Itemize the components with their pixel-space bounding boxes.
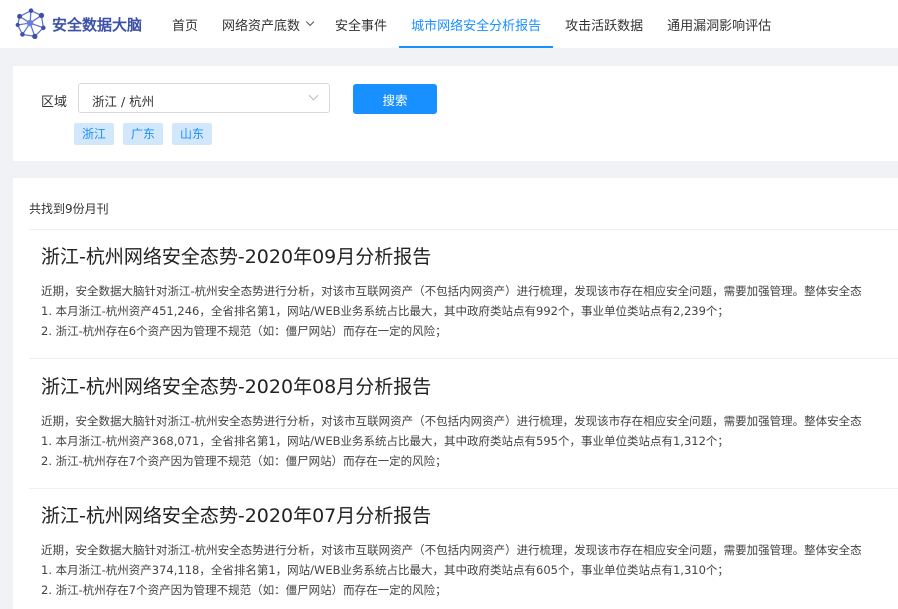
nav-item-vuln-assessment[interactable]: 通用漏洞影响评估 — [655, 0, 783, 48]
nav-item-label: 网络资产底数 — [222, 18, 301, 34]
nav-item-home[interactable]: 首页 — [160, 0, 210, 48]
nav-item-city-report[interactable]: 城市网络安全分析报告 — [399, 0, 554, 48]
region-tag[interactable]: 山东 — [172, 123, 213, 145]
top-nav: 安全数据大脑 首页 网络资产底数 安全事件 城市网络安全分析报告 攻击活跃数据 … — [0, 0, 898, 48]
divider — [29, 358, 898, 359]
region-tag[interactable]: 广东 — [123, 123, 164, 145]
report-detail: 1. 本月浙江-杭州资产368,071，全省排名第1，网站/WEB业务系统占比最… — [41, 434, 729, 448]
nav-item-attack-data[interactable]: 攻击活跃数据 — [553, 0, 655, 48]
divider — [29, 488, 898, 489]
report-list: 共找到9份月刊 浙江-杭州网络安全态势-2020年09月分析报告 近期，安全数据… — [13, 178, 898, 609]
logo-text: 安全数据大脑 — [52, 15, 143, 34]
report-detail: 2. 浙江-杭州存在6个资产因为管理不规范（如：僵尸网站）而存在一定的风险； — [41, 324, 447, 338]
nav-item-label: 安全事件 — [335, 18, 388, 34]
report-detail: 1. 本月浙江-杭州资产374,118，全省排名第1，网站/WEB业务系统占比最… — [41, 563, 729, 577]
region-label: 区域 — [41, 95, 68, 110]
report-title[interactable]: 浙江-杭州网络安全态势-2020年09月分析报告 — [41, 244, 898, 270]
network-graph-icon — [15, 8, 46, 40]
search-button[interactable]: 搜索 — [353, 84, 437, 114]
report-title[interactable]: 浙江-杭州网络安全态势-2020年08月分析报告 — [41, 374, 898, 400]
region-select[interactable]: 浙江 / 杭州 — [78, 83, 330, 113]
report-summary: 近期，安全数据大脑针对浙江-杭州安全态势进行分析，对该市互联网资产（不包括内网资… — [41, 543, 862, 557]
region-tags: 浙江 广东 山东 — [74, 123, 221, 145]
report-detail: 2. 浙江-杭州存在7个资产因为管理不规范（如：僵尸网站）而存在一定的风险； — [41, 454, 447, 468]
region-select-value: 浙江 / 杭州 — [92, 94, 155, 109]
report-item[interactable]: 浙江-杭州网络安全态势-2020年08月分析报告 近期，安全数据大脑针对浙江-杭… — [41, 374, 898, 471]
report-item[interactable]: 浙江-杭州网络安全态势-2020年09月分析报告 近期，安全数据大脑针对浙江-杭… — [41, 244, 898, 341]
logo[interactable]: 安全数据大脑 — [12, 5, 142, 43]
nav-item-label: 攻击活跃数据 — [565, 18, 644, 34]
report-summary: 近期，安全数据大脑针对浙江-杭州安全态势进行分析，对该市互联网资产（不包括内网资… — [41, 284, 862, 298]
report-detail: 1. 本月浙江-杭州资产451,246，全省排名第1，网站/WEB业务系统占比最… — [41, 304, 729, 318]
nav-item-label: 通用漏洞影响评估 — [667, 18, 772, 34]
report-title[interactable]: 浙江-杭州网络安全态势-2020年07月分析报告 — [41, 503, 898, 529]
report-summary: 近期，安全数据大脑针对浙江-杭州安全态势进行分析，对该市互联网资产（不包括内网资… — [41, 414, 862, 428]
search-panel: 区域 浙江 / 杭州 搜索 浙江 广东 山东 — [13, 66, 898, 161]
divider — [29, 229, 898, 230]
report-detail: 2. 浙江-杭州存在7个资产因为管理不规范（如：僵尸网站）而存在一定的风险； — [41, 583, 447, 597]
region-tag[interactable]: 浙江 — [74, 123, 115, 145]
result-count: 共找到9份月刊 — [29, 202, 109, 216]
chevron-down-icon — [305, 17, 315, 27]
nav-item-security-events[interactable]: 安全事件 — [323, 0, 399, 48]
nav-item-asset-base[interactable]: 网络资产底数 — [210, 0, 323, 48]
nav-item-label: 首页 — [172, 18, 199, 34]
report-item[interactable]: 浙江-杭州网络安全态势-2020年07月分析报告 近期，安全数据大脑针对浙江-杭… — [41, 503, 898, 600]
nav-item-label: 城市网络安全分析报告 — [411, 18, 542, 34]
chevron-down-icon — [308, 90, 319, 101]
